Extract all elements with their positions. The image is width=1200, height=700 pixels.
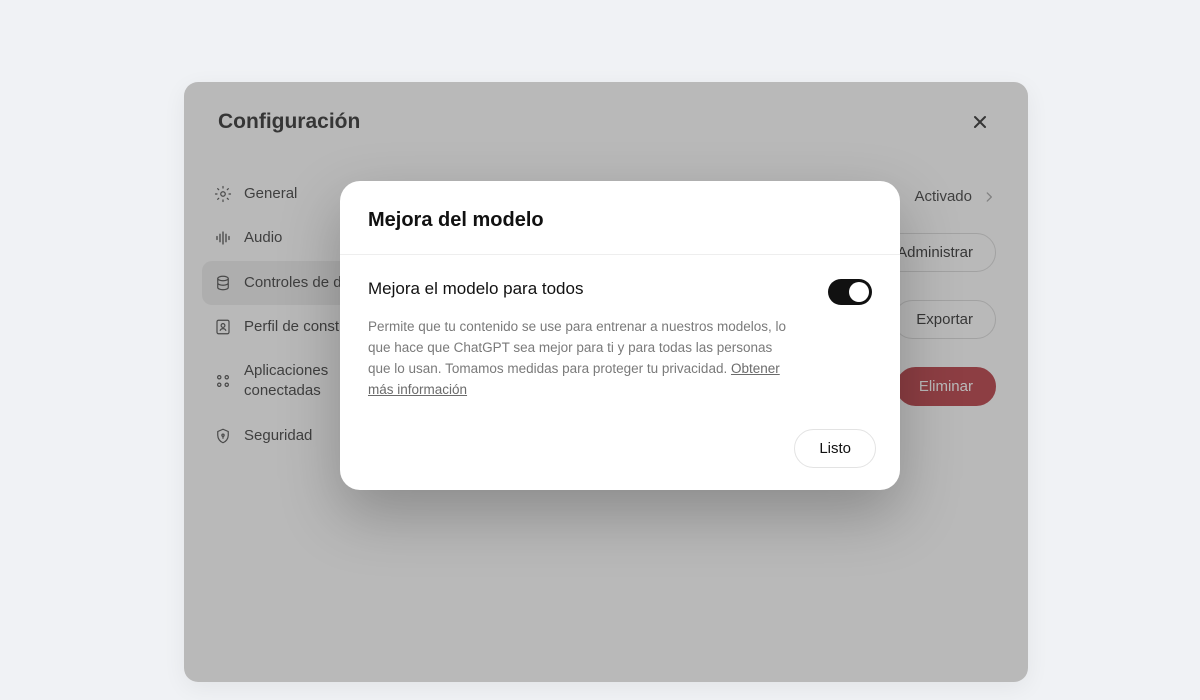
modal-body: Mejora el modelo para todos Permite que … <box>340 255 900 411</box>
modal-description-text: Permite que tu contenido se use para ent… <box>368 319 786 376</box>
modal-setting-label: Mejora el modelo para todos <box>368 279 583 299</box>
done-button[interactable]: Listo <box>794 429 876 468</box>
modal-setting-description: Permite que tu contenido se use para ent… <box>368 317 788 401</box>
improve-model-toggle[interactable] <box>828 279 872 305</box>
model-improvement-modal: Mejora del modelo Mejora el modelo para … <box>340 181 900 490</box>
modal-setting-row: Mejora el modelo para todos <box>368 279 872 305</box>
modal-header: Mejora del modelo <box>340 181 900 255</box>
modal-title: Mejora del modelo <box>368 209 872 232</box>
modal-footer: Listo <box>340 411 900 490</box>
